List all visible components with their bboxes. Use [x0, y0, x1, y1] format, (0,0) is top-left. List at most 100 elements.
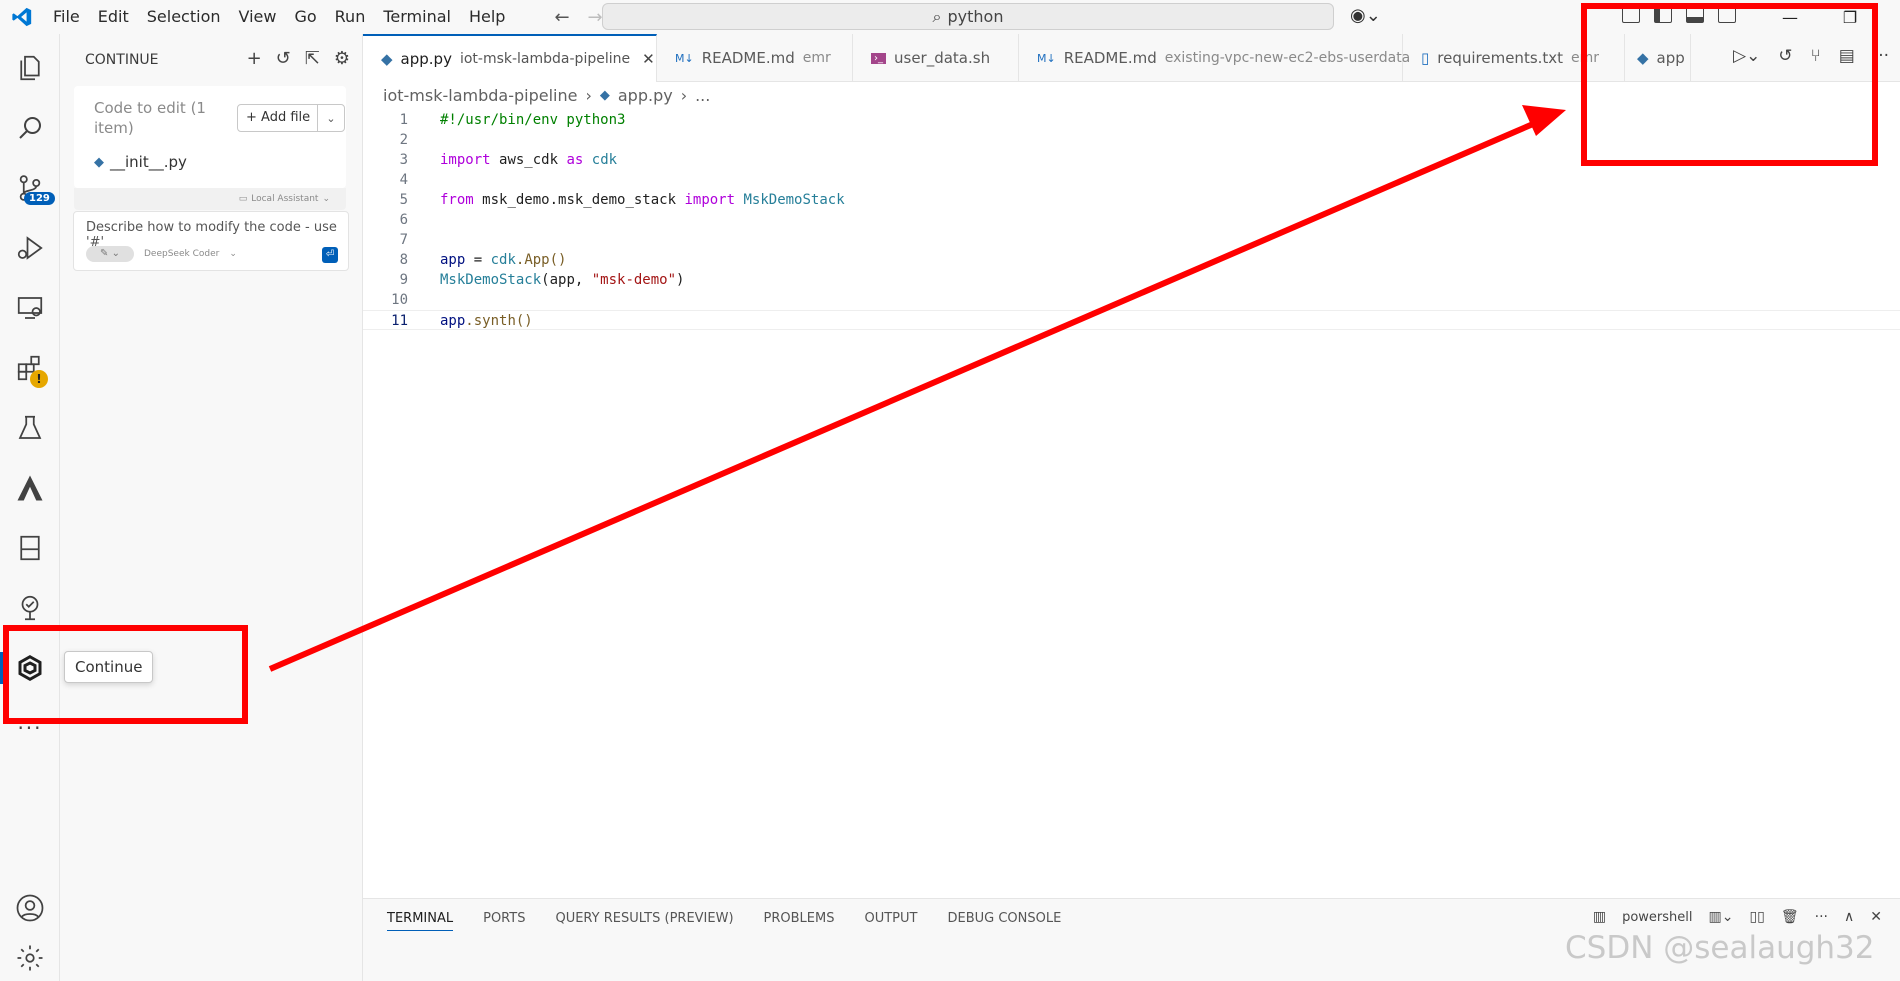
close-panel-icon[interactable]: ✕ [1870, 909, 1882, 925]
copilot-icon[interactable]: ◉⌄ [1350, 5, 1381, 26]
line-text: import aws_cdk as cdk [440, 152, 618, 168]
tab-description: iot-msk-lambda-pipeline [459, 51, 631, 67]
breadcrumb-more[interactable]: ... [695, 86, 710, 105]
close-window-icon[interactable]: ✕ [1880, 8, 1900, 27]
file-icon: ▯ [1421, 49, 1430, 67]
close-tab-icon[interactable]: ✕ [642, 50, 655, 68]
tab-output[interactable]: OUTPUT [864, 911, 917, 931]
line-number: 5 [399, 192, 408, 208]
tab-query-results[interactable]: QUERY RESULTS (PREVIEW) [555, 911, 733, 931]
line-number: 3 [399, 152, 408, 168]
history-icon[interactable]: ↺ [276, 48, 291, 69]
line-number: 6 [399, 212, 408, 228]
new-terminal-icon[interactable]: ▥⌄ [1708, 909, 1733, 925]
explorer-icon[interactable] [0, 44, 60, 92]
menu-edit[interactable]: Edit [89, 0, 138, 34]
chevron-right-icon: › [585, 86, 592, 105]
edit-mode-pill[interactable]: ✎ ⌄ [86, 246, 134, 262]
tab-problems[interactable]: PROBLEMS [764, 911, 835, 931]
search-text: python [947, 7, 1004, 26]
breadcrumb-folder[interactable]: iot-msk-lambda-pipeline [383, 86, 577, 105]
add-file-button[interactable]: + Add file ⌄ [237, 104, 345, 132]
split-terminal-icon[interactable]: ▯▯ [1749, 909, 1764, 925]
aws-toolkit-icon[interactable] [0, 464, 60, 512]
local-assistant-selector[interactable]: ▭ Local Assistant ⌄ [74, 188, 346, 210]
source-control-icon[interactable]: 129 [0, 164, 60, 212]
navigation-arrows: ← → [554, 7, 602, 28]
tab-debug-console[interactable]: DEBUG CONSOLE [947, 911, 1061, 931]
chevron-down-icon: ⌄ [322, 194, 330, 204]
back-arrow-icon[interactable]: ← [554, 7, 569, 28]
line-number: 7 [399, 232, 408, 248]
line-text: #!/usr/bin/env python3 [440, 112, 626, 128]
code-line: 7 [363, 230, 1900, 250]
chevron-right-icon: › [680, 86, 688, 105]
tab-user-data-sh[interactable]: ›_ user_data.sh [853, 34, 1019, 82]
code-line: 4 [363, 170, 1900, 190]
menu-bar: File Edit Selection View Go Run Terminal… [44, 0, 514, 34]
menu-help[interactable]: Help [460, 0, 514, 34]
new-session-icon[interactable]: + [247, 48, 262, 69]
add-file-label: + Add file [238, 105, 318, 131]
source-control-badge: 129 [24, 192, 55, 205]
watermark: CSDN @sealaugh32 [1565, 930, 1875, 966]
code-line: 5 from msk_demo.msk_demo_stack import Msk… [363, 190, 1900, 210]
trash-icon[interactable]: 🗑 [1781, 909, 1799, 925]
extensions-icon[interactable]: ! [0, 344, 60, 392]
panel-tabs: TERMINAL PORTS QUERY RESULTS (PREVIEW) P… [387, 911, 1061, 931]
menu-selection[interactable]: Selection [138, 0, 230, 34]
code-to-edit-card: Code to edit (1 item) + Add file ⌄ ◆ __i… [74, 86, 346, 188]
continue-panel: CONTINUE + ↺ ⇱ ⚙ Code to edit (1 item) +… [60, 34, 363, 981]
line-number: 8 [399, 252, 408, 268]
tab-app-py[interactable]: ◆ app.py iot-msk-lambda-pipeline ✕ [363, 34, 657, 82]
menu-view[interactable]: View [230, 0, 286, 34]
testing-icon[interactable] [0, 404, 60, 452]
warning-icon: ! [30, 370, 48, 388]
activity-bar: 129 ! ··· [0, 34, 60, 981]
line-text: app.synth() [440, 313, 533, 329]
settings-gear-icon[interactable] [0, 934, 60, 981]
tab-readme-existing-vpc[interactable]: M↓ README.md existing-vpc-new-ec2-ebs-us… [1019, 34, 1410, 82]
terminal-icon: ▥ [1592, 909, 1607, 925]
run-debug-icon[interactable] [0, 224, 60, 272]
chevron-down-icon[interactable]: ⌄ [318, 112, 344, 125]
menu-run[interactable]: Run [326, 0, 375, 34]
open-external-icon[interactable]: ⇱ [305, 48, 320, 69]
highlight-box-continue [3, 625, 248, 724]
monitor-icon: ▭ [238, 194, 248, 204]
breadcrumb-file[interactable]: app.py [618, 86, 673, 105]
line-text: MskDemoStack(app, "msk-demo") [440, 272, 685, 288]
line-number: 2 [399, 132, 408, 148]
prompt-input-card[interactable]: Describe how to modify the code - use '#… [73, 211, 349, 271]
code-line: 9 MskDemoStack(app, "msk-demo") [363, 270, 1900, 290]
tab-ports[interactable]: PORTS [483, 911, 525, 931]
panel-settings-icon[interactable]: ⚙ [334, 48, 350, 69]
search-view-icon[interactable] [0, 104, 60, 152]
model-selector[interactable]: DeepSeek Coder [144, 249, 219, 259]
line-number: 1 [399, 112, 408, 128]
more-icon[interactable]: ··· [1815, 909, 1828, 925]
tab-description: existing-vpc-new-ec2-ebs-userdata [1164, 50, 1411, 66]
terminal-actions: ▥ powershell ▥⌄ ▯▯ 🗑 ··· ∧ ✕ [1593, 909, 1882, 925]
line-text: app = cdk.App() [440, 252, 567, 268]
account-icon[interactable] [0, 884, 60, 932]
vscode-logo-icon [0, 0, 44, 34]
bookmark-panel-icon[interactable] [0, 524, 60, 572]
maximize-panel-icon[interactable]: ∧ [1844, 909, 1854, 925]
remote-explorer-icon[interactable] [0, 284, 60, 332]
shell-name[interactable]: powershell [1622, 910, 1692, 925]
forward-arrow-icon[interactable]: → [588, 7, 603, 28]
menu-terminal[interactable]: Terminal [374, 0, 460, 34]
tab-readme-emr[interactable]: M↓ README.md emr [657, 34, 853, 82]
send-icon[interactable]: ⏎ [322, 247, 338, 263]
tab-terminal[interactable]: TERMINAL [387, 911, 454, 931]
file-item[interactable]: ◆ __init__.py [94, 153, 187, 171]
tab-label: user_data.sh [894, 49, 991, 67]
command-center-search[interactable]: ⌕ python [602, 3, 1334, 30]
menu-file[interactable]: File [44, 0, 89, 34]
local-assistant-label: Local Assistant [251, 194, 319, 204]
menu-go[interactable]: Go [285, 0, 325, 34]
breadcrumb: iot-msk-lambda-pipeline › ◆ app.py › ... [383, 86, 710, 105]
line-text: from msk_demo.msk_demo_stack import MskD… [440, 192, 845, 208]
highlight-box-top-right [1581, 3, 1878, 166]
